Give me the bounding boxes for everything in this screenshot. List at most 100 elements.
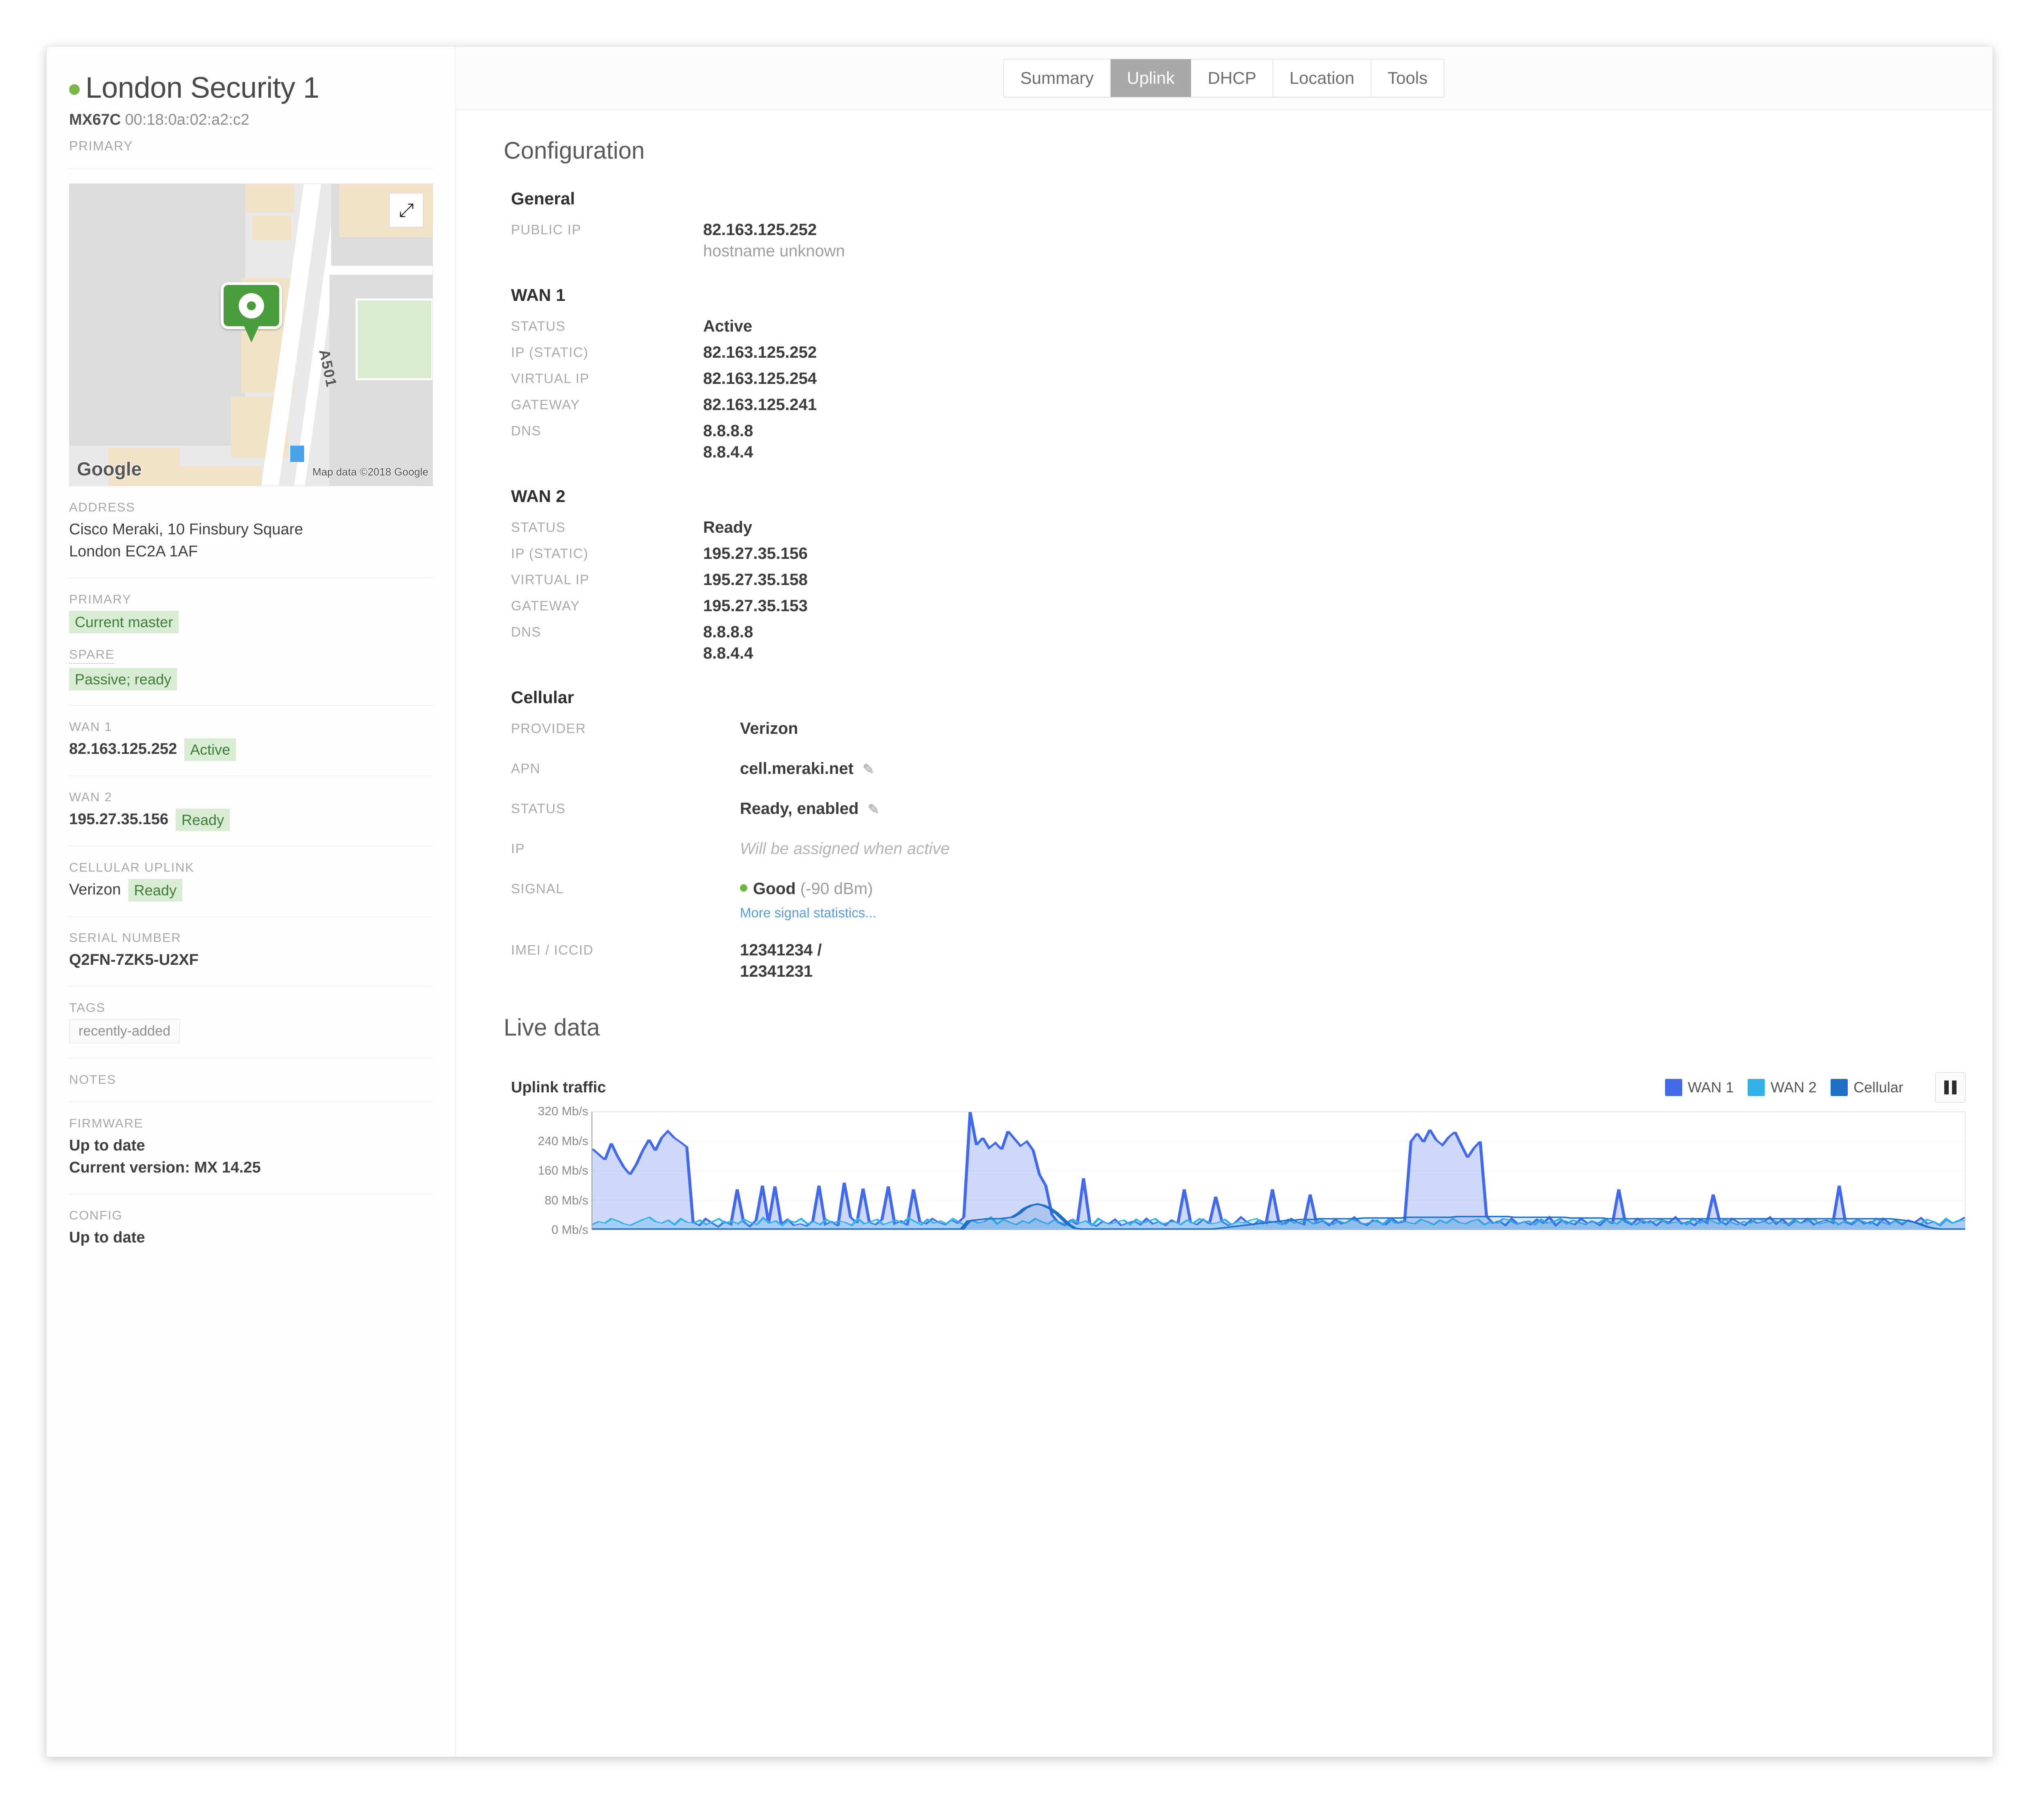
device-mac: 00:18:0a:02:a2:c2 bbox=[125, 111, 249, 128]
edit-pencil-icon[interactable]: ✎ bbox=[867, 800, 879, 818]
spare-label[interactable]: SPARE bbox=[69, 647, 115, 664]
legend-swatch-cellular bbox=[1830, 1079, 1848, 1096]
cellular-signal-row: SIGNAL Good (-90 dBm) More signal statis… bbox=[511, 878, 1992, 921]
sidebar-wan2-ip: 195.27.35.156 bbox=[69, 811, 169, 828]
wan2-heading: WAN 2 bbox=[511, 486, 566, 506]
device-detail-page: London Security 1 MX67C 00:18:0a:02:a2:c2… bbox=[46, 46, 1993, 1757]
legend-item-wan2[interactable]: WAN 2 bbox=[1748, 1079, 1817, 1096]
device-status-dot bbox=[69, 84, 80, 95]
sidebar-cellular-badge: Ready bbox=[128, 879, 182, 901]
device-role-label: PRIMARY bbox=[69, 139, 133, 153]
public-ip-row: PUBLIC IP 82.163.125.252 hostname unknow… bbox=[511, 219, 1992, 262]
cellular-ip-label: IP bbox=[511, 841, 525, 856]
live-data-heading: Live data bbox=[504, 1014, 600, 1041]
tab-tools[interactable]: Tools bbox=[1371, 59, 1444, 97]
y-tick-label: 160 Mb/s bbox=[538, 1164, 588, 1177]
tab-bar: Summary Uplink DHCP Location Tools bbox=[455, 47, 1992, 110]
expand-icon[interactable]: ⤢ bbox=[389, 193, 424, 227]
wan2-ip-row: IP (STATIC) 195.27.35.156 bbox=[511, 543, 1992, 564]
tags-label: TAGS bbox=[69, 1000, 105, 1015]
map-bus-icon bbox=[290, 446, 304, 462]
legend-item-cellular[interactable]: Cellular bbox=[1830, 1079, 1903, 1096]
notes-section: NOTES bbox=[69, 1058, 433, 1087]
sidebar-cellular-section: CELLULAR UPLINK Verizon Ready bbox=[69, 846, 433, 901]
cellular-ip-value: Will be assigned when active bbox=[740, 840, 950, 858]
chart-plot-area bbox=[592, 1112, 1966, 1230]
sidebar-wan2-badge: Ready bbox=[176, 808, 230, 831]
primary-label: PRIMARY bbox=[69, 592, 132, 606]
public-ip-label: PUBLIC IP bbox=[511, 222, 582, 237]
cellular-ip-row: IP Will be assigned when active bbox=[511, 838, 1992, 859]
divider bbox=[69, 168, 433, 169]
map-pin bbox=[221, 282, 282, 343]
device-model-row: MX67C 00:18:0a:02:a2:c2 bbox=[69, 111, 433, 129]
legend-item-wan1[interactable]: WAN 1 bbox=[1665, 1079, 1734, 1096]
y-tick-label: 0 Mb/s bbox=[551, 1223, 588, 1237]
map-block bbox=[69, 184, 245, 446]
map-building bbox=[253, 216, 291, 240]
legend-label-wan1: WAN 1 bbox=[1688, 1079, 1734, 1096]
primary-section: PRIMARY Current master bbox=[69, 578, 433, 633]
edit-pencil-icon[interactable]: ✎ bbox=[863, 760, 874, 778]
tab-dhcp[interactable]: DHCP bbox=[1191, 59, 1273, 97]
cellular-provider-row: PROVIDER Verizon bbox=[511, 718, 1992, 739]
uplink-traffic-title: Uplink traffic bbox=[511, 1078, 606, 1096]
public-ip-hostname: hostname unknown bbox=[703, 242, 845, 260]
serial-value: Q2FN-7ZK5-U2XF bbox=[69, 951, 199, 968]
serial-section: SERIAL NUMBER Q2FN-7ZK5-U2XF bbox=[69, 917, 433, 971]
tab-uplink[interactable]: Uplink bbox=[1110, 59, 1192, 97]
config-section: CONFIG Up to date bbox=[69, 1194, 433, 1249]
address-label: ADDRESS bbox=[69, 500, 135, 514]
cellular-status-value: Ready, enabled bbox=[740, 800, 859, 818]
wan1-ip-row: IP (STATIC) 82.163.125.252 bbox=[511, 342, 1992, 363]
cellular-apn-row: APN cell.meraki.net ✎ bbox=[511, 758, 1992, 779]
more-signal-statistics-link[interactable]: More signal statistics... bbox=[740, 905, 876, 921]
wan1-gateway-label: GATEWAY bbox=[511, 397, 580, 412]
address-line1: Cisco Meraki, 10 Finsbury Square bbox=[69, 521, 303, 538]
cellular-iccid-value: 12341231 bbox=[740, 962, 813, 980]
wan1-status-value: Active bbox=[703, 317, 753, 335]
wan2-dns-label: DNS bbox=[511, 624, 541, 639]
location-map[interactable]: ⤢ A501 Google Map data ©2018 Google bbox=[69, 184, 433, 486]
map-road bbox=[327, 266, 433, 275]
wan2-ip-label: IP (STATIC) bbox=[511, 546, 589, 561]
wan1-virtual-ip-value: 82.163.125.254 bbox=[703, 370, 817, 388]
serial-label: SERIAL NUMBER bbox=[69, 930, 182, 945]
legend-swatch-wan1 bbox=[1665, 1079, 1682, 1096]
y-tick-label: 80 Mb/s bbox=[545, 1193, 588, 1207]
sidebar-cellular-provider: Verizon bbox=[69, 881, 121, 899]
tags-section: TAGS recently-added bbox=[69, 986, 433, 1043]
firmware-version: Current version: MX 14.25 bbox=[69, 1159, 261, 1176]
pause-icon-bar bbox=[1952, 1081, 1957, 1094]
uplink-chart-header: Uplink traffic WAN 1 WAN 2 Cellular bbox=[504, 1072, 1992, 1103]
pause-icon-bar bbox=[1944, 1081, 1949, 1094]
cellular-provider-value: Verizon bbox=[740, 720, 798, 738]
wan1-dns1-value: 8.8.8.8 bbox=[703, 422, 753, 440]
pause-button[interactable] bbox=[1935, 1072, 1966, 1103]
cellular-status-label: STATUS bbox=[511, 801, 566, 816]
firmware-section: FIRMWARE Up to date Current version: MX … bbox=[69, 1102, 433, 1179]
sidebar-wan1-ip: 82.163.125.252 bbox=[69, 740, 177, 758]
cellular-imei-value: 12341234 / bbox=[740, 941, 822, 959]
wan2-dns1-value: 8.8.8.8 bbox=[703, 623, 753, 641]
tab-location[interactable]: Location bbox=[1273, 59, 1372, 97]
sidebar-wan1-label: WAN 1 bbox=[69, 719, 112, 734]
wan1-heading: WAN 1 bbox=[511, 285, 566, 305]
legend-label-cellular: Cellular bbox=[1853, 1079, 1903, 1096]
wan2-dns-row: DNS 8.8.8.8 8.8.4.4 bbox=[511, 621, 1992, 664]
wan1-ip-label: IP (STATIC) bbox=[511, 345, 589, 360]
tab-group: Summary Uplink DHCP Location Tools bbox=[1003, 59, 1445, 97]
tag-chip[interactable]: recently-added bbox=[69, 1019, 180, 1043]
general-heading: General bbox=[511, 189, 575, 208]
wan1-dns2-value: 8.8.4.4 bbox=[703, 443, 753, 461]
notes-label: NOTES bbox=[69, 1072, 117, 1087]
chart-legend: WAN 1 WAN 2 Cellular bbox=[1665, 1072, 1966, 1103]
wan1-virtual-ip-label: VIRTUAL IP bbox=[511, 371, 589, 386]
configuration-heading: Configuration bbox=[504, 137, 645, 164]
wan2-gateway-row: GATEWAY 195.27.35.153 bbox=[511, 595, 1992, 617]
device-model: MX67C bbox=[69, 111, 121, 128]
tab-summary[interactable]: Summary bbox=[1004, 59, 1111, 97]
cellular-imei-row: IMEI / ICCID 12341234 / 12341231 bbox=[511, 939, 1992, 982]
wan2-gateway-label: GATEWAY bbox=[511, 598, 580, 613]
map-building bbox=[180, 466, 262, 486]
